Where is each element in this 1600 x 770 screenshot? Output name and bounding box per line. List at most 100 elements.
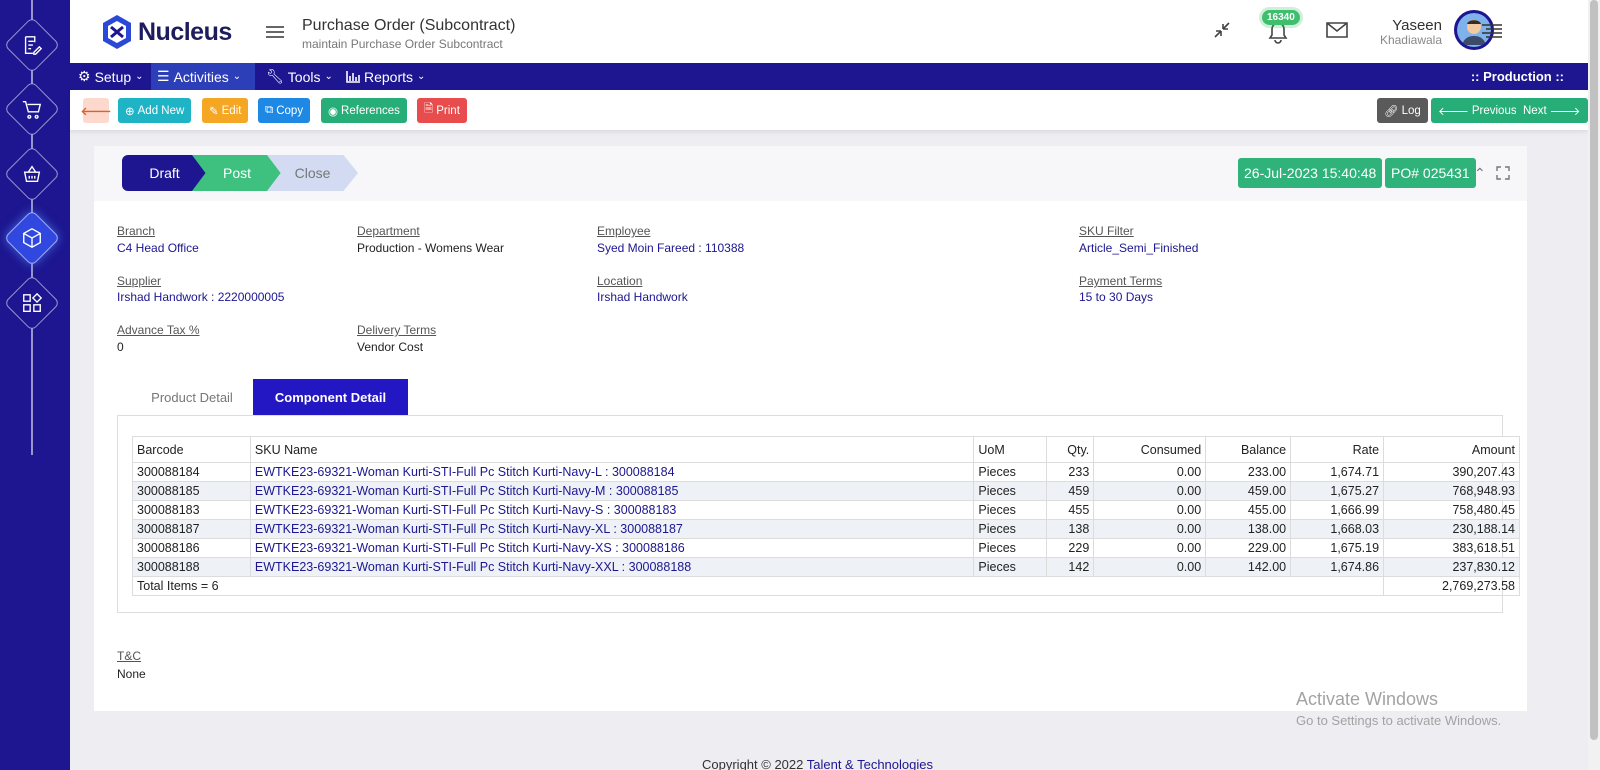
cell-sku-name[interactable]: EWTKE23-69321-Woman Kurti-STI-Full Pc St…: [249, 462, 975, 482]
step-post: Post: [192, 155, 282, 191]
col-rate[interactable]: Rate: [1290, 436, 1385, 463]
col-barcode[interactable]: Barcode: [132, 436, 251, 463]
col-amount[interactable]: Amount: [1383, 436, 1520, 463]
chevron-down-icon: ⌄: [135, 71, 144, 82]
table-row[interactable]: 300088183 EWTKE23-69321-Woman Kurti-STI-…: [132, 500, 1520, 520]
gear-icon: ⚙: [78, 68, 91, 84]
activation-watermark-title: Activate Windows: [1296, 689, 1439, 709]
eye-icon: ◉: [328, 105, 339, 118]
cell-sku-name[interactable]: EWTKE23-69321-Woman Kurti-STI-Full Pc St…: [249, 519, 975, 539]
cell-sku-name[interactable]: EWTKE23-69321-Woman Kurti-STI-Full Pc St…: [249, 538, 975, 558]
nav-tools[interactable]: 🔧︎ Tools ⌄: [260, 63, 339, 90]
wrench-icon: 🔧︎: [266, 68, 284, 84]
print-label: Print: [436, 104, 460, 117]
copy-button[interactable]: ⧉ Copy: [258, 98, 311, 123]
col-sku-name[interactable]: SKU Name: [249, 436, 975, 463]
collapse-icon[interactable]: [1212, 20, 1232, 40]
menu-toggle-icon[interactable]: [266, 25, 284, 39]
pdf-icon: 🗎: [424, 103, 434, 115]
cell-sku-name[interactable]: EWTKE23-69321-Woman Kurti-STI-Full Pc St…: [249, 500, 975, 520]
cell-sku-name[interactable]: EWTKE23-69321-Woman Kurti-STI-Full Pc St…: [249, 557, 975, 577]
col-consumed[interactable]: Consumed: [1093, 436, 1207, 463]
link-icon: 🔗︎: [1384, 105, 1399, 118]
add-new-button[interactable]: ⊕ Add New: [118, 98, 192, 123]
cell-uom: Pieces: [973, 557, 1048, 577]
col-uom[interactable]: UoM: [973, 436, 1048, 463]
cell-balance: 229.00: [1205, 538, 1292, 558]
cell-balance: 455.00: [1205, 500, 1292, 520]
nav-reports-label: Reports: [364, 68, 414, 85]
cell-uom: Pieces: [973, 462, 1048, 482]
rail-cart-button[interactable]: [3, 80, 61, 138]
step-post-label: Post: [222, 165, 251, 181]
copyright-text: Copyright © 2022: [702, 757, 807, 770]
next-button[interactable]: Next 🡒: [1516, 98, 1588, 123]
step-draft: Draft: [122, 155, 207, 191]
user-last-name[interactable]: Khadiawala: [1332, 33, 1442, 47]
scrollbar-thumb[interactable]: [1590, 0, 1598, 740]
cell-qty: 455: [1046, 500, 1095, 520]
cell-amount: 237,830.12: [1383, 557, 1520, 577]
table-row[interactable]: 300088185 EWTKE23-69321-Woman Kurti-STI-…: [132, 481, 1520, 501]
references-button[interactable]: ◉ References: [321, 98, 407, 123]
cell-uom: Pieces: [973, 538, 1048, 558]
back-button[interactable]: 🡐: [80, 98, 112, 123]
tab-product-detail[interactable]: Product Detail: [117, 379, 267, 415]
print-button[interactable]: 🗎 Print: [417, 98, 467, 123]
page-scrollbar[interactable]: [1588, 0, 1600, 770]
rail-basket-button[interactable]: [3, 145, 61, 203]
table-row[interactable]: 300088186 EWTKE23-69321-Woman Kurti-STI-…: [132, 538, 1520, 558]
tab-component-detail[interactable]: Component Detail: [253, 379, 408, 415]
logo[interactable]: Nucleus: [100, 13, 232, 51]
cell-rate: 1,674.86: [1290, 557, 1385, 577]
references-label: References: [341, 104, 400, 117]
edit-button[interactable]: ✎ Edit: [202, 98, 249, 123]
rail-box-button[interactable]: [3, 209, 61, 267]
expand-icon[interactable]: [1496, 166, 1510, 180]
left-sidebar: [0, 0, 70, 770]
tnc-value: None: [117, 667, 146, 681]
col-qty[interactable]: Qty.: [1046, 436, 1095, 463]
table-row[interactable]: 300088184 EWTKE23-69321-Woman Kurti-STI-…: [132, 462, 1520, 482]
table-total-row: Total Items = 6 2,769,273.58: [131, 576, 1520, 596]
nav-activities[interactable]: ☰ Activities ⌄: [151, 63, 255, 90]
user-first-name[interactable]: Yaseen: [1352, 17, 1442, 34]
cart-icon: [22, 100, 42, 119]
copy-icon: ⧉: [265, 104, 274, 116]
document-edit-icon: [24, 36, 43, 55]
rail-apps-button[interactable]: [3, 274, 61, 332]
nav-setup[interactable]: ⚙ Setup ⌄: [72, 63, 150, 90]
right-menu-icon[interactable]: [1482, 24, 1502, 38]
log-button[interactable]: 🔗︎ Log: [1377, 98, 1428, 123]
cell-balance: 233.00: [1205, 462, 1292, 482]
nav-reports[interactable]: Reports ⌄: [340, 63, 431, 90]
cell-barcode: 300088187: [132, 519, 251, 539]
apps-grid-icon: [23, 292, 43, 312]
nucleus-logo-icon: [103, 15, 131, 49]
department-label: Department: [357, 224, 420, 238]
context-label: :: Production ::: [1470, 69, 1564, 84]
col-balance[interactable]: Balance: [1205, 436, 1292, 463]
arrow-right-icon: 🡒: [1549, 105, 1581, 118]
payment-terms-label: Payment Terms: [1079, 274, 1163, 288]
supplier-label: Supplier: [117, 274, 162, 288]
cell-consumed: 0.00: [1093, 481, 1207, 501]
cell-balance: 459.00: [1205, 481, 1292, 501]
location-label: Location: [597, 274, 643, 288]
table-row[interactable]: 300088188 EWTKE23-69321-Woman Kurti-STI-…: [132, 557, 1520, 577]
branch-value: C4 Head Office: [117, 241, 199, 255]
cell-barcode: 300088186: [132, 538, 251, 558]
cell-barcode: 300088183: [132, 500, 251, 520]
arrow-left-icon: 🡐: [80, 105, 112, 118]
chevron-up-icon[interactable]: ⌃: [1474, 165, 1486, 182]
rail-documents-button[interactable]: [3, 16, 61, 74]
previous-button[interactable]: 🡐 Previous: [1431, 98, 1524, 123]
chevron-down-icon: ⌄: [232, 71, 242, 82]
notification-badge[interactable]: 16340: [1262, 10, 1300, 25]
cell-amount: 383,618.51: [1383, 538, 1520, 558]
department-value: Production - Womens Wear: [357, 241, 504, 255]
previous-label: Previous: [1471, 104, 1517, 117]
company-link[interactable]: Talent & Technologies: [807, 757, 933, 770]
cell-sku-name[interactable]: EWTKE23-69321-Woman Kurti-STI-Full Pc St…: [249, 481, 975, 501]
table-row[interactable]: 300088187 EWTKE23-69321-Woman Kurti-STI-…: [132, 519, 1520, 539]
